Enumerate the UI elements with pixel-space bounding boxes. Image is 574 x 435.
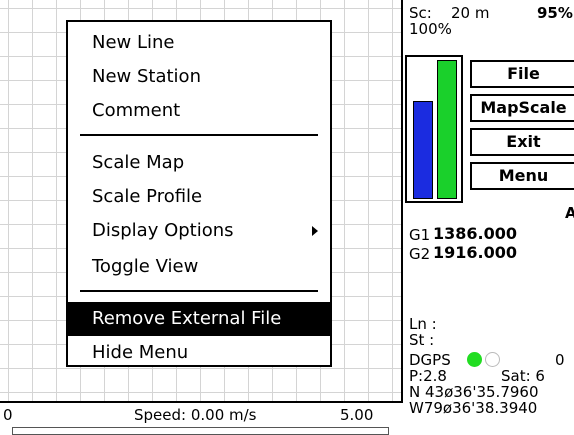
menu-item-comment[interactable]: Comment (68, 94, 330, 128)
speed-readout: Speed: 0.00 m/s (134, 406, 257, 424)
corner-letter: A (565, 204, 574, 222)
scale-value: 20 m (451, 4, 490, 22)
signal-bar-blue (413, 101, 433, 199)
signal-bars (405, 55, 463, 203)
menu-item-remove-external-file[interactable]: Remove External File (68, 302, 330, 336)
signal-bar-green (437, 60, 457, 199)
menu-item-new-station[interactable]: New Station (68, 60, 330, 94)
scale-label: Sc: (409, 4, 432, 22)
pdop-value: P:2.8 (409, 367, 447, 385)
dgps-status-white-icon (485, 352, 500, 367)
g1-value: 1386.000 (433, 224, 518, 243)
zoom-percent: 100% (409, 20, 452, 38)
menu-item-hide-menu[interactable]: Hide Menu (68, 336, 330, 370)
dgps-status-green-icon (467, 352, 482, 367)
range-start-label: 0 (3, 406, 13, 424)
satellite-count: Sat: 6 (501, 367, 545, 385)
station-label: St : (409, 331, 435, 349)
battery-percent: 95% (537, 4, 573, 22)
mapscale-button[interactable]: MapScale (470, 94, 574, 122)
dgps-count: 0 (555, 351, 565, 369)
menu-item-display-options[interactable]: Display Options (68, 214, 330, 248)
menu-item-new-line[interactable]: New Line (68, 26, 330, 60)
latitude: N 43ø36'35.7960 (409, 383, 539, 401)
menu-item-scale-profile[interactable]: Scale Profile (68, 180, 330, 214)
menu-button[interactable]: Menu (470, 162, 574, 190)
submenu-arrow-icon (312, 226, 318, 236)
dgps-label: DGPS (409, 351, 451, 369)
line-label: Ln : (409, 315, 437, 333)
side-panel: Sc: 20 m 95% 100% File MapScale Exit Men… (405, 0, 574, 435)
longitude: W79ø36'38.3940 (409, 399, 538, 417)
popup-menu: New Line New Station Comment Scale Map S… (66, 20, 332, 367)
file-button[interactable]: File (470, 60, 574, 88)
menu-separator (80, 134, 318, 136)
menu-item-label: Display Options (92, 220, 234, 241)
profile-status-bar: 0 Speed: 0.00 m/s 5.00 (0, 401, 403, 435)
exit-button[interactable]: Exit (470, 128, 574, 156)
range-end-label: 5.00 (340, 406, 374, 424)
menu-item-scale-map[interactable]: Scale Map (68, 146, 330, 180)
g1-label: G1 (409, 226, 431, 244)
menu-separator (80, 290, 318, 292)
g2-label: G2 (409, 245, 431, 263)
profile-track (12, 427, 389, 435)
menu-item-toggle-view[interactable]: Toggle View (68, 250, 330, 284)
g2-value: 1916.000 (433, 243, 518, 262)
